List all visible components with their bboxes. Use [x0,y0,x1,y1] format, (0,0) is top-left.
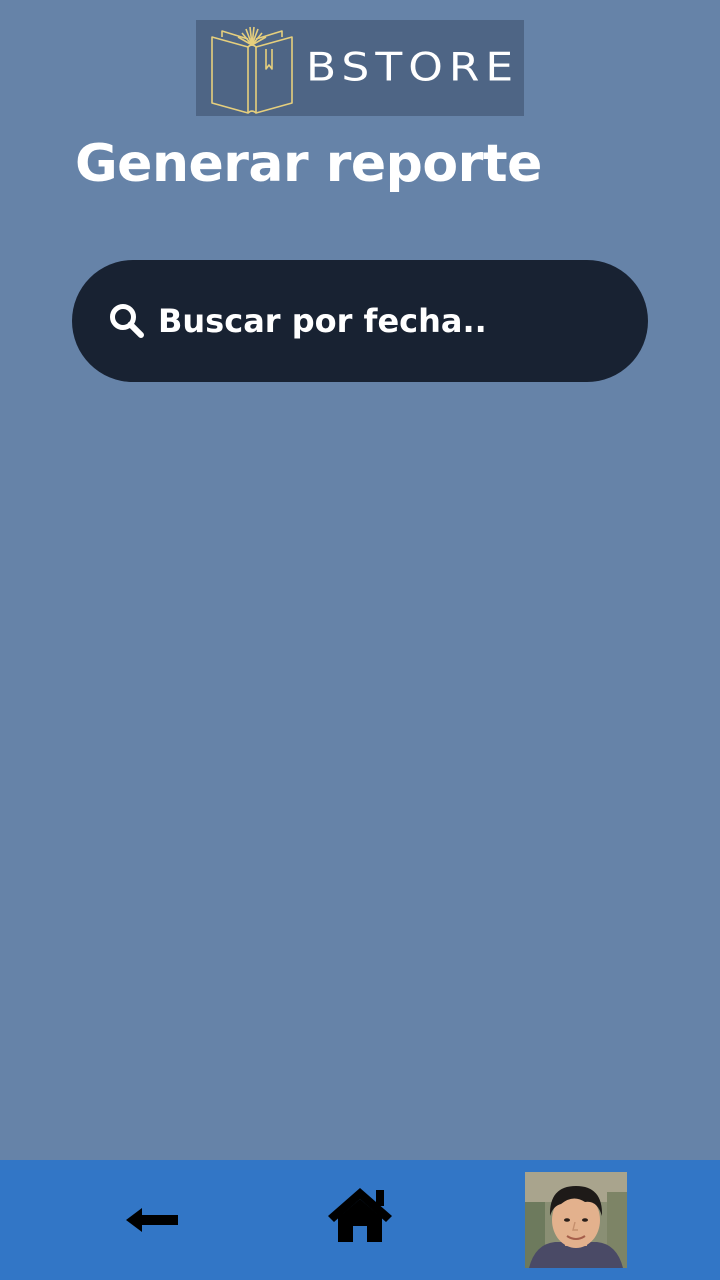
arrow-left-icon [126,1208,178,1232]
search-icon [110,304,144,338]
page-title: Generar reporte [75,134,542,194]
search-bar[interactable] [72,260,648,382]
avatar[interactable] [525,1172,627,1268]
page: BSTORE Generar reporte [0,0,720,1280]
open-book-icon [211,26,293,114]
home-icon [328,1188,392,1242]
user-avatar-photo [525,1172,627,1268]
search-input[interactable] [158,291,608,351]
brand-logo: BSTORE [196,20,524,116]
brand-wordmark: BSTORE [306,44,520,91]
bottom-navigation [0,1160,720,1280]
home-button[interactable] [324,1184,396,1244]
back-button[interactable] [122,1200,182,1240]
